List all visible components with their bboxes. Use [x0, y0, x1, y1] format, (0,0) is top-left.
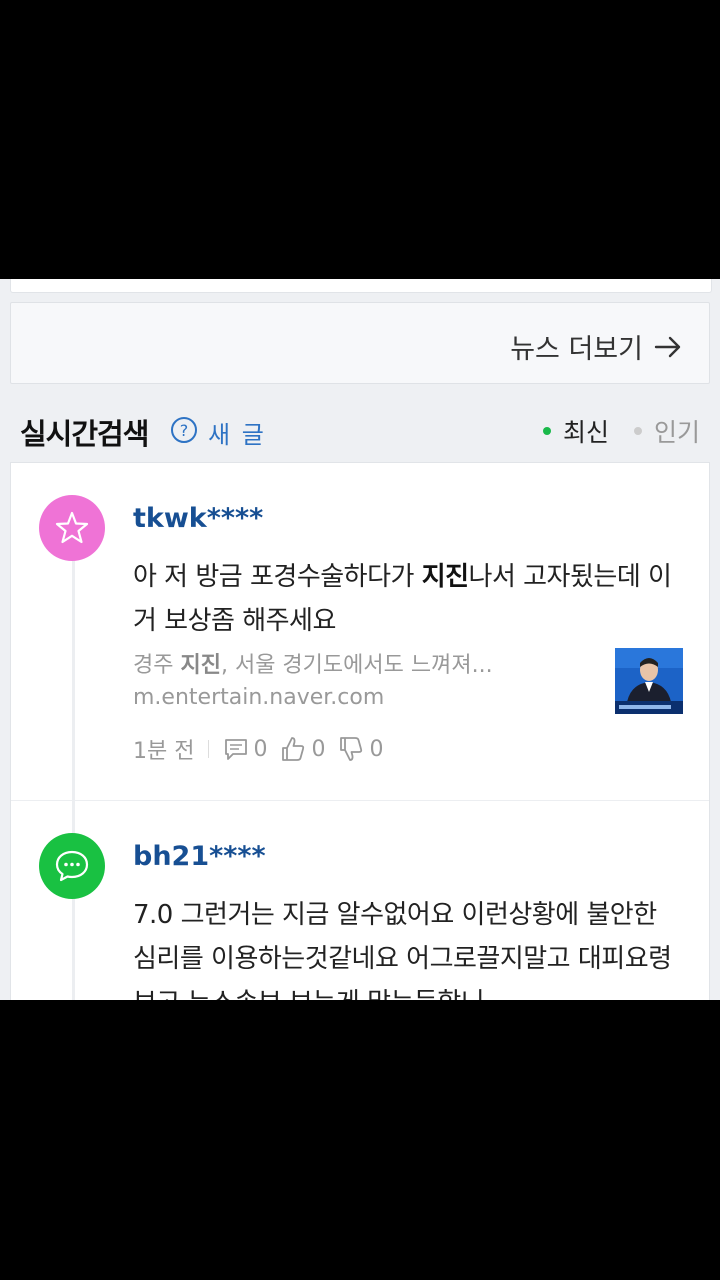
- comment-text: 7.0 그런거는 지금 알수없어요 이런상황에 불안한 심리를 이용하는것같네요…: [133, 900, 672, 1000]
- comment-text: 아 저 방금 포경수술하다가 지진나서 고자됬는데 이거 보상좀 해주세요: [133, 562, 672, 636]
- dislike-button[interactable]: 0: [337, 735, 383, 763]
- arrow-right-icon: [653, 332, 683, 362]
- list-item: bh21**** 7.0 그런거는 지금 알수없어요 이런상황에 불안한 심리를…: [11, 801, 709, 1000]
- content-area: 뉴스 더보기 실시간검색 ? 새 글 최신 인기 tkwk**** 아 저 방금…: [0, 279, 720, 1000]
- bottom-letterbox: [0, 1000, 720, 1280]
- like-count: 0: [311, 736, 326, 762]
- comment-time: 1분 전: [133, 739, 195, 764]
- realtime-search-header: 실시간검색 ? 새 글 최신 인기: [0, 409, 720, 457]
- new-post-link[interactable]: 새 글: [208, 415, 266, 450]
- section-title: 실시간검색: [20, 417, 149, 451]
- reply-count: 0: [253, 736, 268, 762]
- inactive-dot-icon: [634, 427, 642, 435]
- more-news-button[interactable]: 뉴스 더보기: [10, 302, 710, 384]
- reply-button[interactable]: 0: [223, 736, 267, 762]
- sort-latest-tab[interactable]: 최신: [543, 413, 609, 449]
- meta-divider: [208, 740, 210, 758]
- like-button[interactable]: 0: [279, 735, 325, 763]
- dislike-count: 0: [369, 736, 384, 762]
- username[interactable]: tkwk****: [133, 503, 263, 534]
- more-news-label: 뉴스 더보기: [510, 334, 643, 365]
- svg-text:?: ?: [180, 421, 189, 440]
- previous-card-bottom: [10, 279, 712, 293]
- active-dot-icon: [543, 427, 551, 435]
- top-letterbox: [0, 0, 720, 279]
- link-url[interactable]: m.entertain.naver.com: [133, 685, 384, 710]
- thumbs-down-icon: [340, 737, 363, 761]
- chat-bubble-icon: [55, 850, 89, 882]
- sort-popular-tab[interactable]: 인기: [634, 413, 700, 449]
- sort-latest-label: 최신: [563, 418, 610, 447]
- username[interactable]: bh21****: [133, 841, 266, 872]
- link-title[interactable]: 경주 지진, 서울 경기도에서도 느껴져...: [133, 647, 573, 679]
- avatar[interactable]: [39, 495, 105, 561]
- star-icon: [55, 511, 89, 544]
- list-item: tkwk**** 아 저 방금 포경수술하다가 지진나서 고자됬는데 이거 보상…: [11, 463, 709, 801]
- help-icon[interactable]: ?: [170, 416, 198, 444]
- news-thumbnail[interactable]: [615, 648, 683, 714]
- reply-icon: [225, 739, 248, 760]
- comment-list: tkwk**** 아 저 방금 포경수술하다가 지진나서 고자됬는데 이거 보상…: [10, 462, 710, 1000]
- sort-popular-label: 인기: [654, 418, 701, 447]
- avatar[interactable]: [39, 833, 105, 899]
- comment-meta: 1분 전 0 0 0: [133, 733, 395, 765]
- thumbs-up-icon: [282, 737, 305, 761]
